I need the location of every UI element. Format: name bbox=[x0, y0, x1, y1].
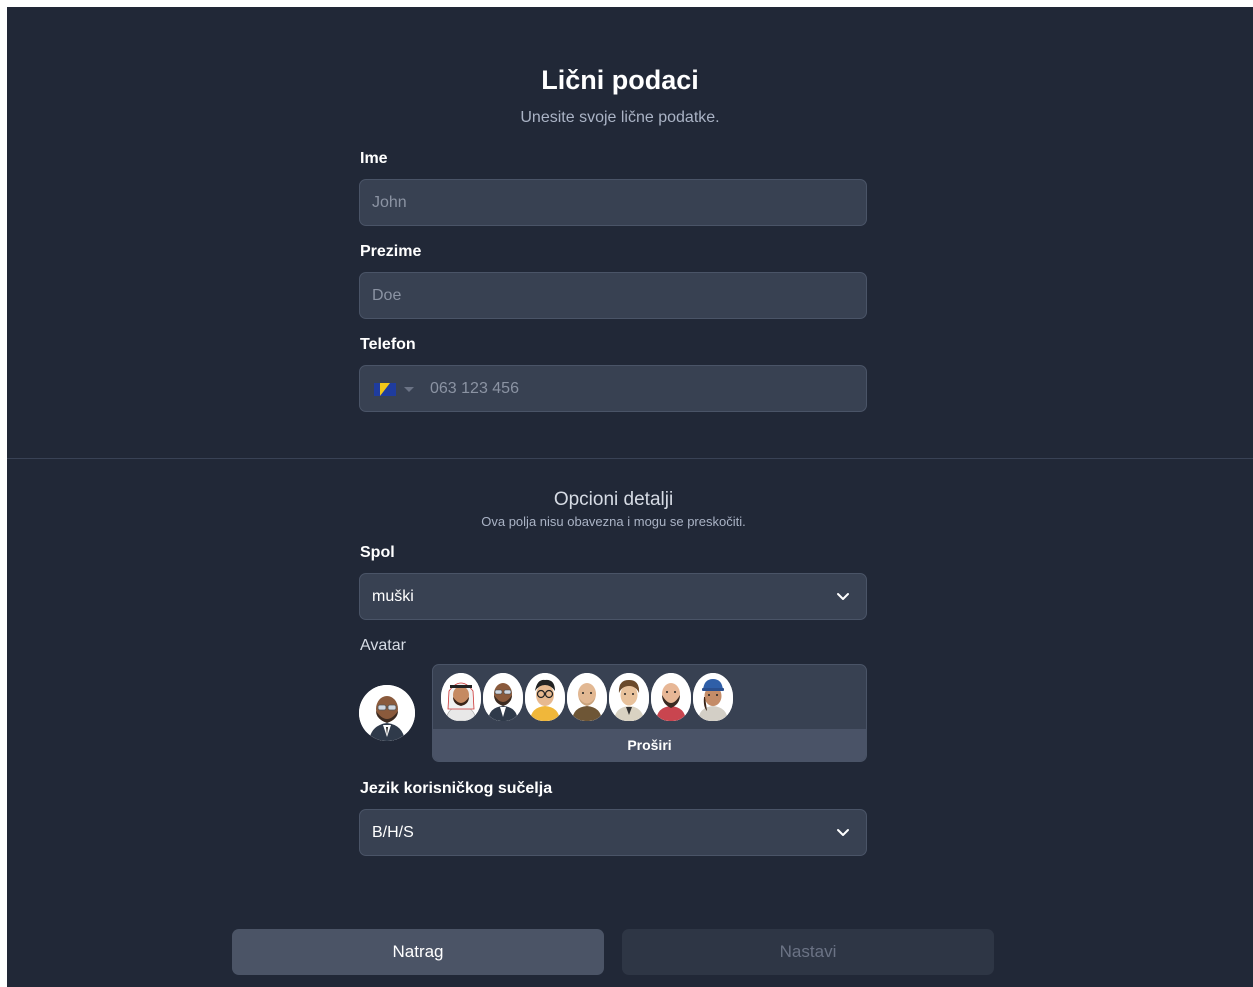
optional-section-subtitle: Ova polja nisu obavezna i mogu se presko… bbox=[481, 514, 746, 529]
phone-label: Telefon bbox=[360, 336, 416, 353]
avatar-option-bald-red-beard[interactable] bbox=[651, 673, 691, 721]
chevron-down-icon bbox=[837, 829, 849, 836]
language-label: Jezik korisničkog sučelja bbox=[360, 780, 553, 797]
chevron-down-icon bbox=[837, 593, 849, 600]
last-name-label: Prezime bbox=[360, 243, 422, 260]
bosnia-herzegovina-flag-icon[interactable] bbox=[374, 383, 396, 396]
avatar-label: Avatar bbox=[360, 637, 406, 654]
avatar-option-keffiyeh[interactable] bbox=[441, 673, 481, 721]
optional-section-title: Opcioni detalji bbox=[553, 489, 674, 510]
avatar-picker: Proširi bbox=[432, 664, 867, 762]
continue-button[interactable]: Nastavi bbox=[622, 929, 994, 975]
avatar-options bbox=[441, 673, 733, 721]
form-panel: Lični podaci Unesite svoje lične podatke… bbox=[7, 7, 1253, 987]
gender-label: Spol bbox=[360, 544, 395, 561]
expand-avatars-button[interactable]: Proširi bbox=[433, 729, 866, 761]
last-name-input[interactable] bbox=[360, 273, 866, 318]
language-value: B/H/S bbox=[372, 824, 414, 841]
avatar-option-glasses-yellow-shirt[interactable] bbox=[525, 673, 565, 721]
country-dropdown-caret-icon[interactable] bbox=[404, 387, 414, 392]
page-title: Lični podaci bbox=[541, 65, 699, 95]
gender-select[interactable]: muški bbox=[359, 573, 867, 620]
avatar-option-curly-hair[interactable] bbox=[609, 673, 649, 721]
phone-input[interactable] bbox=[360, 366, 866, 411]
phone-field bbox=[359, 365, 867, 412]
back-button[interactable]: Natrag bbox=[232, 929, 604, 975]
first-name-input[interactable] bbox=[360, 180, 866, 225]
first-name-field bbox=[359, 179, 867, 226]
language-select[interactable]: B/H/S bbox=[359, 809, 867, 856]
avatar-option-blue-cap[interactable] bbox=[693, 673, 733, 721]
first-name-label: Ime bbox=[360, 150, 388, 167]
page-subtitle: Unesite svoje lične podatke. bbox=[520, 109, 720, 126]
avatar-option-bald-brown-jacket[interactable] bbox=[567, 673, 607, 721]
avatar-option-bald-glasses-beard[interactable] bbox=[483, 673, 523, 721]
last-name-field bbox=[359, 272, 867, 319]
selected-avatar bbox=[359, 685, 415, 741]
section-divider bbox=[7, 458, 1253, 459]
selected-avatar-image bbox=[359, 685, 415, 741]
gender-value: muški bbox=[372, 588, 414, 605]
